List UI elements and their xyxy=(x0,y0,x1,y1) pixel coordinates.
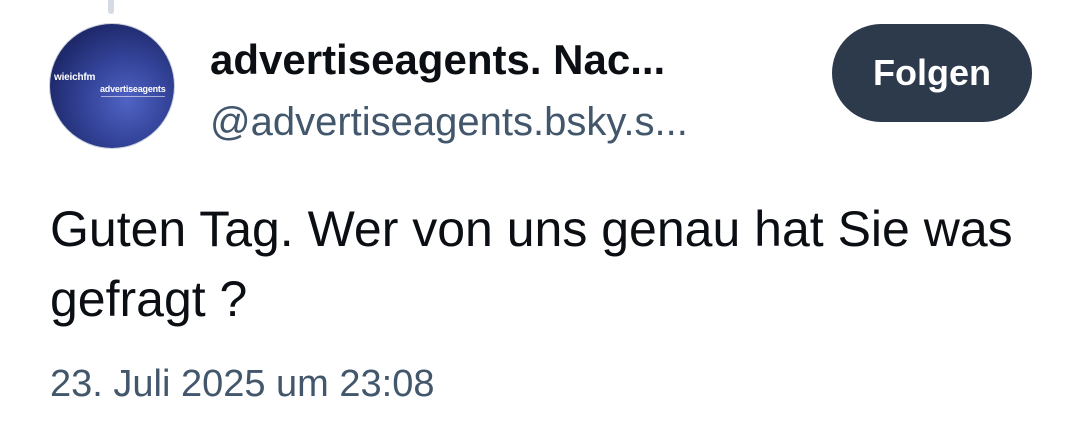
thread-line xyxy=(108,0,114,14)
author-display-name[interactable]: advertiseagents. Nac... xyxy=(210,36,665,84)
post-text: Guten Tag. Wer von uns genau hat Sie was… xyxy=(50,201,1013,327)
avatar-logo-secondary: advertiseagents xyxy=(100,84,166,94)
avatar-logo-tagline xyxy=(101,96,165,97)
post-timestamp[interactable]: 23. Juli 2025 um 23:08 xyxy=(50,360,435,408)
follow-button[interactable]: Folgen xyxy=(832,24,1032,122)
avatar-logo-primary: wieichfm xyxy=(54,72,96,83)
avatar[interactable]: wieichfm advertiseagents xyxy=(50,24,174,148)
author-handle[interactable]: @advertiseagents.bsky.s... xyxy=(210,98,688,146)
